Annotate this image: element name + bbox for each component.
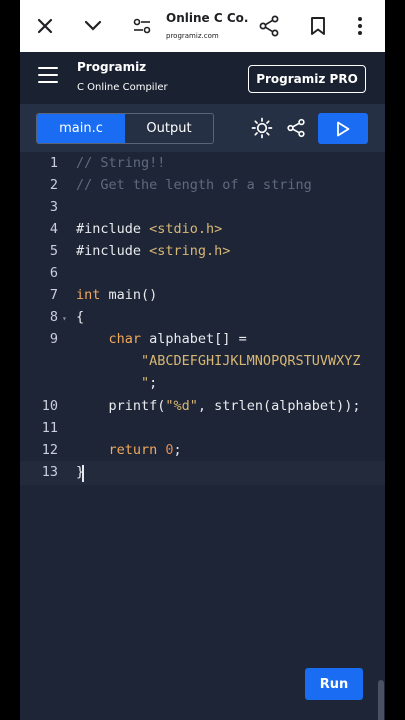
page-settings-icon[interactable] [126, 10, 158, 42]
line-number: 5 [49, 243, 58, 259]
tab-output[interactable]: Output [125, 114, 213, 143]
line-number: 12 [41, 442, 58, 458]
code-token: main() [100, 287, 158, 303]
hamburger-menu-icon[interactable] [38, 67, 58, 83]
more-options-icon[interactable] [344, 10, 376, 42]
code-line: return 0; [76, 442, 182, 458]
code-token: 0 [157, 442, 174, 458]
line-number: 6 [49, 265, 58, 281]
bookmark-icon[interactable] [302, 10, 334, 42]
editor-scrollbar[interactable] [378, 680, 384, 720]
code-line: int main() [76, 287, 157, 303]
play-icon [337, 121, 350, 136]
tab-title: Online C Co... [166, 11, 248, 25]
text-cursor [82, 465, 84, 482]
close-icon[interactable] [29, 10, 61, 42]
share-icon[interactable] [253, 10, 285, 42]
line-number: 2 [49, 177, 58, 193]
line-number: 3 [49, 199, 58, 215]
code-token: #include [76, 243, 150, 259]
share-code-icon[interactable] [284, 116, 308, 140]
code-token: int [76, 287, 101, 303]
code-line: printf("%d", strlen(alphabet)); [76, 398, 361, 414]
chevron-down-icon[interactable] [77, 10, 109, 42]
programiz-pro-button[interactable]: Programiz PRO [248, 65, 366, 93]
code-token: return [76, 442, 158, 458]
code-line: char alphabet[] = [76, 331, 247, 347]
editor-tabs: main.c Output [36, 113, 214, 144]
tab-url: programiz.com [166, 32, 219, 40]
code-line: #include <string.h> [76, 243, 230, 259]
line-number: 4 [49, 221, 58, 237]
line-number: 11 [41, 420, 58, 436]
site-header: Programiz C Online Compiler Programiz PR… [20, 52, 385, 104]
code-editor[interactable]: 1 2 3 4 5 6 7 8 ▾ 9 10 11 12 13 // Strin… [20, 152, 385, 720]
code-token: , strlen(alphabet)); [197, 398, 361, 414]
code-token: ; [149, 375, 158, 391]
fold-arrow-icon[interactable]: ▾ [62, 314, 67, 323]
code-line: // Get the length of a string [76, 177, 312, 193]
code-token: #include [76, 221, 150, 237]
code-token: " [76, 375, 150, 391]
code-token: printf( [76, 398, 166, 414]
theme-toggle-icon[interactable] [250, 116, 274, 140]
tab-main-c[interactable]: main.c [37, 114, 125, 143]
line-number: 7 [49, 287, 58, 303]
line-number: 9 [49, 331, 58, 347]
code-line: { [76, 309, 85, 325]
code-token: <stdio.h> [149, 221, 223, 237]
code-line-wrap: "ABCDEFGHIJKLMNOPQRSTUVWXYZ [76, 353, 361, 369]
programiz-logo[interactable]: Programiz [77, 60, 146, 74]
app-frame: Online C Co... programiz.com Programiz C… [20, 0, 385, 720]
browser-toolbar: Online C Co... programiz.com [20, 0, 385, 52]
code-line: #include <stdio.h> [76, 221, 222, 237]
code-token: "%d" [165, 398, 198, 414]
code-token: <string.h> [149, 243, 231, 259]
run-button[interactable]: Run [305, 668, 363, 700]
line-number: 10 [41, 398, 58, 414]
code-token: alphabet[] = [141, 331, 247, 347]
editor-toolbar: main.c Output [20, 104, 385, 152]
code-line-wrap: "; [76, 375, 157, 391]
code-token: char [76, 331, 142, 347]
code-line: // String!! [76, 155, 166, 171]
line-number: 8 [49, 309, 58, 325]
line-number: 1 [49, 155, 58, 171]
active-line-highlight [20, 461, 385, 485]
line-number: 13 [41, 464, 58, 480]
page-subtitle: C Online Compiler [77, 82, 168, 93]
run-play-button[interactable] [318, 113, 368, 144]
code-token: ; [173, 442, 182, 458]
